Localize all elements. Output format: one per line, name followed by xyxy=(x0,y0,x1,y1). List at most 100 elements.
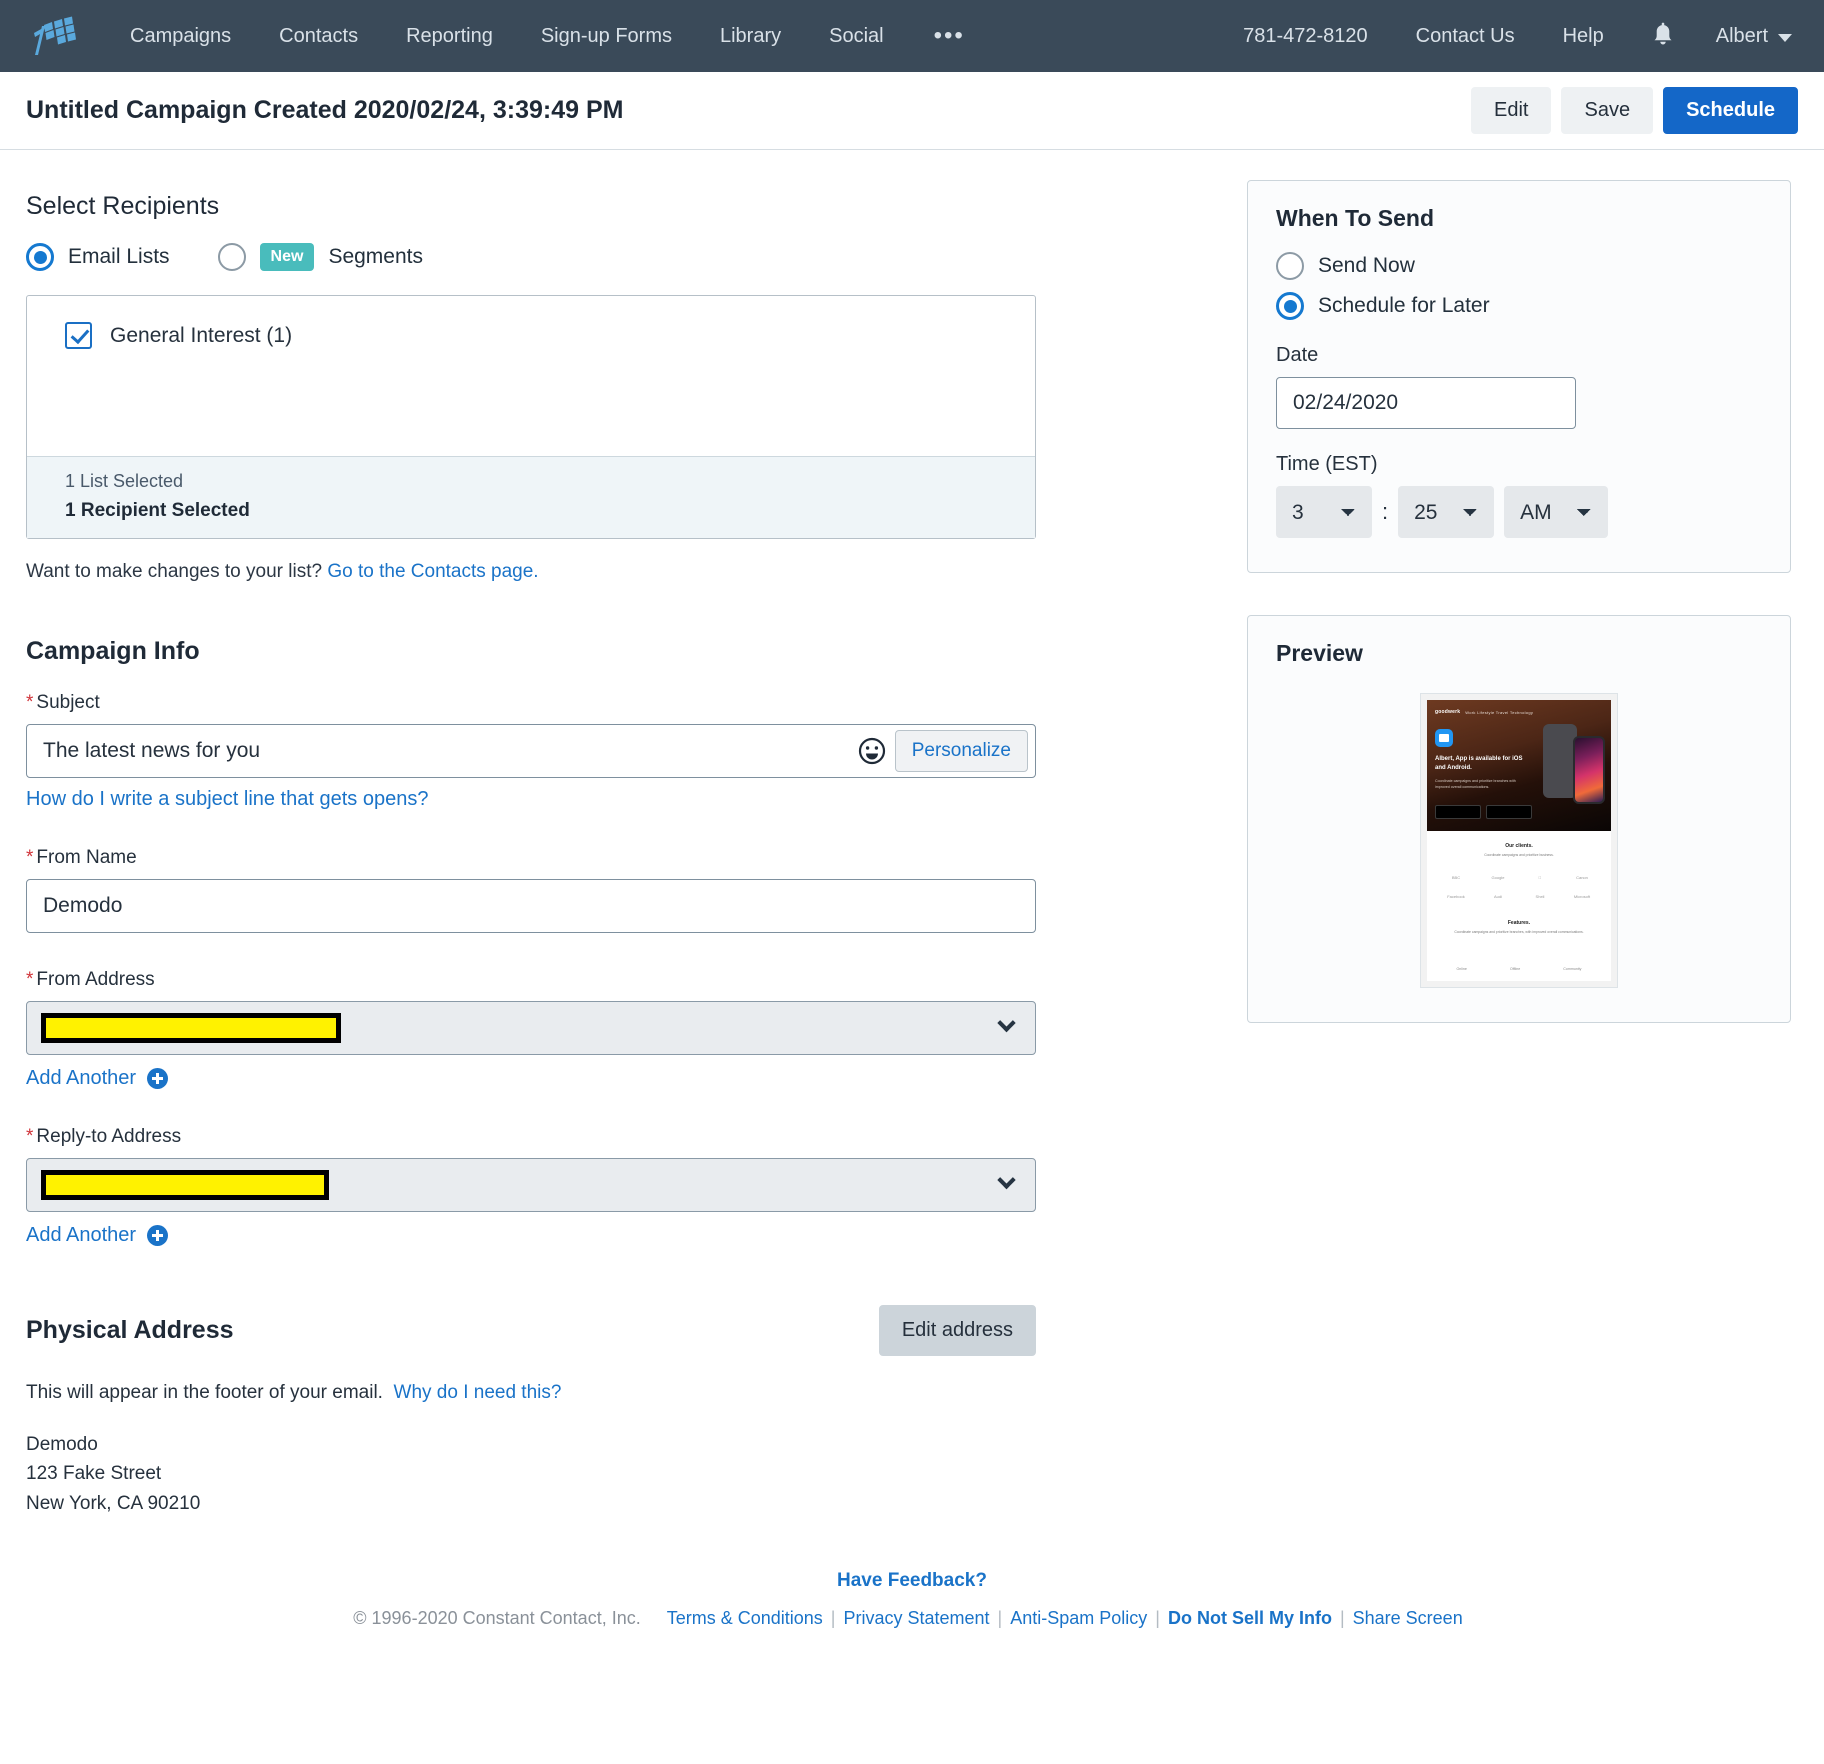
when-to-send-panel: When To Send Send Now Schedule for Later… xyxy=(1247,180,1791,573)
from-name-label-text: From Name xyxy=(36,847,137,868)
client-logo: Microsoft xyxy=(1573,894,1591,900)
from-name-label: * From Name xyxy=(26,847,1211,869)
list-item[interactable]: General Interest (1) xyxy=(65,322,1035,349)
list-checkbox-general-interest[interactable] xyxy=(65,322,92,349)
preview-hero-section: goodwerk Work Lifestyle Travel Technolog… xyxy=(1427,700,1611,831)
smiley-face-icon[interactable] xyxy=(858,737,886,765)
main-form-column: Select Recipients Email Lists New Segmen… xyxy=(26,150,1211,1518)
preview-clients-title: Our clients. xyxy=(1505,842,1533,849)
nav-item-social[interactable]: Social xyxy=(805,0,907,72)
from-address-select[interactable] xyxy=(26,1001,1036,1055)
feature-caption: Offline xyxy=(1509,966,1521,971)
nav-item-library[interactable]: Library xyxy=(696,0,805,72)
from-name-field-block: * From Name xyxy=(26,847,1211,933)
physical-address-description: This will appear in the footer of your e… xyxy=(26,1382,1211,1404)
feature-item: Community xyxy=(1563,948,1582,971)
do-not-sell-my-info-link[interactable]: Do Not Sell My Info xyxy=(1160,1608,1340,1629)
preview-area: goodwerk Work Lifestyle Travel Technolog… xyxy=(1276,687,1762,988)
user-menu[interactable]: Albert xyxy=(1698,25,1798,48)
radio-email-lists-label[interactable]: Email Lists xyxy=(68,245,170,269)
required-asterisk: * xyxy=(26,1126,34,1147)
add-another-reply-to-button[interactable]: Add Another xyxy=(26,1224,169,1247)
email-preview-thumbnail[interactable]: goodwerk Work Lifestyle Travel Technolog… xyxy=(1420,693,1618,988)
feature-online-icon xyxy=(1456,952,1467,962)
date-label: Date xyxy=(1276,344,1319,366)
lists-selected-count: 1 List Selected xyxy=(65,471,184,491)
preview-nav: Work Lifestyle Travel Technology xyxy=(1465,709,1534,715)
copyright-text: © 1996-2020 Constant Contact, Inc. xyxy=(353,1608,641,1629)
radio-segments-label[interactable]: Segments xyxy=(328,245,423,269)
preview-clients-section: Our clients. Coordinate campaigns and pr… xyxy=(1427,830,1611,981)
page-body: Select Recipients Email Lists New Segmen… xyxy=(0,150,1824,1518)
from-address-label: * From Address xyxy=(26,969,1211,991)
schedule-button[interactable]: Schedule xyxy=(1663,87,1798,134)
from-name-input[interactable] xyxy=(26,879,1036,933)
reply-to-address-label: * Reply-to Address xyxy=(26,1126,1211,1148)
terms-and-conditions-link[interactable]: Terms & Conditions xyxy=(659,1608,831,1629)
subject-field-block: *Subject Personalize How do I write a su… xyxy=(26,692,1211,811)
schedule-for-later-row: Schedule for Later xyxy=(1276,292,1762,320)
nav-item-sign-up-forms[interactable]: Sign-up Forms xyxy=(517,0,696,72)
radio-segments[interactable] xyxy=(217,243,246,271)
preview-body-copy: Coordinate campaigns and prioritize bran… xyxy=(1435,779,1516,790)
preview-app-icon xyxy=(1435,729,1453,747)
why-do-i-need-this-link[interactable]: Why do I need this? xyxy=(394,1382,562,1403)
schedule-date-input[interactable] xyxy=(1276,377,1576,429)
nav-item-contact-us[interactable]: Contact Us xyxy=(1392,0,1539,72)
nav-more-ellipsis-icon[interactable]: ••• xyxy=(908,0,991,72)
preview-features-title: Features. xyxy=(1507,920,1531,927)
radio-schedule-for-later-label[interactable]: Schedule for Later xyxy=(1318,294,1490,318)
required-asterisk: * xyxy=(26,692,34,713)
page-footer: Have Feedback? © 1996-2020 Constant Cont… xyxy=(0,1518,1824,1663)
required-asterisk: * xyxy=(26,969,34,990)
reply-to-address-label-text: Reply-to Address xyxy=(36,1126,182,1147)
segments-new-badge: New xyxy=(259,243,315,271)
radio-send-now[interactable] xyxy=(1276,252,1304,280)
nav-item-reporting[interactable]: Reporting xyxy=(382,0,517,72)
add-another-from-address-label: Add Another xyxy=(26,1067,137,1089)
from-name-input-wrap xyxy=(26,879,1036,933)
notification-bell-icon[interactable] xyxy=(1628,22,1698,50)
chevron-down-icon xyxy=(1778,33,1792,42)
subject-input-wrap: Personalize xyxy=(26,724,1036,778)
meridiem-select[interactable]: AM xyxy=(1504,486,1609,538)
save-button[interactable]: Save xyxy=(1561,87,1654,134)
send-now-row: Send Now xyxy=(1276,252,1762,280)
preview-feature-icons: Online Offline Community xyxy=(1435,948,1603,971)
feature-item: Offline xyxy=(1509,948,1521,971)
radio-send-now-label[interactable]: Send Now xyxy=(1318,254,1415,278)
phone-back-icon xyxy=(1543,724,1577,798)
radio-email-lists[interactable] xyxy=(26,243,54,271)
nav-item-contacts[interactable]: Contacts xyxy=(255,0,382,72)
subject-label: * Subject xyxy=(26,692,1211,714)
edit-address-button[interactable]: Edit address xyxy=(878,1305,1036,1356)
edit-button[interactable]: Edit xyxy=(1471,87,1552,134)
radio-schedule-for-later[interactable] xyxy=(1276,292,1304,320)
chevron-down-icon xyxy=(997,1170,1016,1190)
preview-logo: goodwerk xyxy=(1435,709,1461,715)
client-logo: BBC xyxy=(1451,875,1461,881)
minute-select[interactable]: 25 xyxy=(1398,486,1495,538)
support-phone-number: 781-472-8120 xyxy=(1243,24,1368,47)
reply-to-address-select[interactable] xyxy=(26,1158,1036,1212)
hour-select[interactable]: 3 xyxy=(1276,486,1372,538)
client-logo:  xyxy=(1519,868,1561,887)
feature-offline-icon xyxy=(1509,952,1521,962)
client-logo: Audi xyxy=(1493,894,1502,900)
go-to-contacts-page-link[interactable]: Go to the Contacts page. xyxy=(327,561,538,582)
privacy-statement-link[interactable]: Privacy Statement xyxy=(835,1608,997,1629)
share-screen-link[interactable]: Share Screen xyxy=(1345,1608,1471,1629)
constant-contact-flag-logo-icon[interactable] xyxy=(26,16,82,56)
time-label: Time (EST) xyxy=(1276,453,1378,475)
subject-line-help-link[interactable]: How do I write a subject line that gets … xyxy=(26,788,1211,811)
page-title: Untitled Campaign Created 2020/02/24, 3:… xyxy=(26,96,624,124)
anti-spam-policy-link[interactable]: Anti-Spam Policy xyxy=(1002,1608,1155,1629)
select-recipients-heading: Select Recipients xyxy=(26,192,220,220)
nav-item-campaigns[interactable]: Campaigns xyxy=(106,0,255,72)
personalize-button[interactable]: Personalize xyxy=(894,730,1028,772)
plus-circle-icon xyxy=(147,1225,169,1246)
nav-item-help[interactable]: Help xyxy=(1539,0,1628,72)
have-feedback-link[interactable]: Have Feedback? xyxy=(0,1570,1824,1592)
add-another-from-address-button[interactable]: Add Another xyxy=(26,1067,169,1090)
recipients-selected-count: 1 Recipient Selected xyxy=(65,500,250,521)
